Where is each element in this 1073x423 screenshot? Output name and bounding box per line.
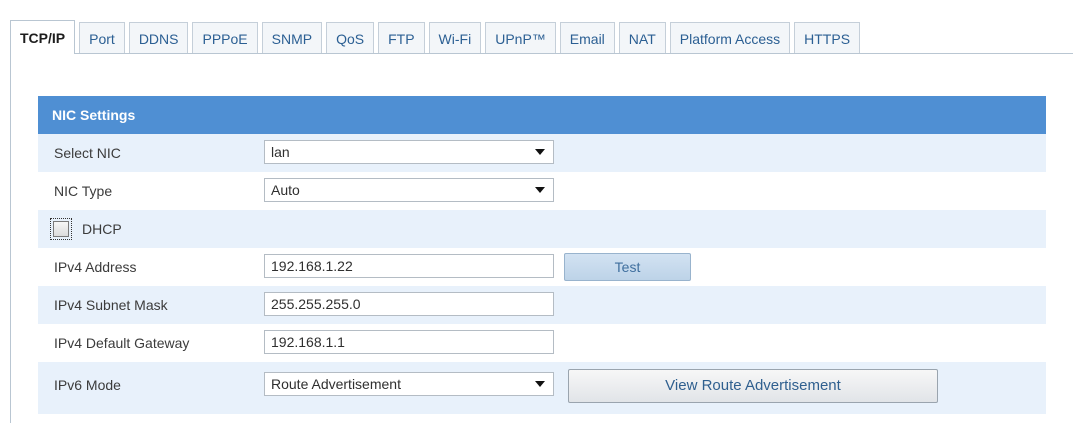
ipv4-subnet-mask-row: IPv4 Subnet Mask 255.255.255.0 bbox=[38, 286, 1046, 324]
dhcp-row: DHCP bbox=[38, 210, 1046, 248]
ipv6-mode-row: IPv6 Mode Route Advertisement View Route… bbox=[38, 362, 1046, 414]
select-nic-dropdown[interactable]: lan bbox=[264, 140, 554, 164]
ipv4-default-gateway-input[interactable]: 192.168.1.1 bbox=[264, 330, 554, 354]
tab-snmp[interactable]: SNMP bbox=[261, 22, 323, 54]
ipv4-address-label: IPv4 Address bbox=[54, 259, 137, 275]
select-nic-value: lan bbox=[271, 144, 290, 160]
nic-type-label: NIC Type bbox=[54, 183, 113, 199]
ipv6-mode-label: IPv6 Mode bbox=[54, 377, 121, 393]
ipv4-subnet-mask-input[interactable]: 255.255.255.0 bbox=[264, 292, 554, 316]
tab-https[interactable]: HTTPS bbox=[794, 22, 861, 54]
caret-down-icon bbox=[535, 149, 545, 155]
ipv6-mode-value: Route Advertisement bbox=[271, 376, 401, 392]
select-nic-label: Select NIC bbox=[54, 145, 121, 161]
dhcp-label: DHCP bbox=[82, 221, 122, 237]
nic-type-value: Auto bbox=[271, 182, 300, 198]
checkbox-icon bbox=[53, 221, 69, 237]
ipv4-subnet-mask-label: IPv4 Subnet Mask bbox=[54, 297, 168, 313]
tab-ddns[interactable]: DDNS bbox=[128, 22, 189, 54]
ipv6-mode-dropdown[interactable]: Route Advertisement bbox=[264, 372, 554, 396]
tab-port[interactable]: Port bbox=[79, 22, 125, 54]
tab-email[interactable]: Email bbox=[559, 22, 615, 54]
caret-down-icon bbox=[535, 381, 545, 387]
nic-type-row: NIC Type Auto bbox=[38, 172, 1046, 210]
tab-ftp[interactable]: FTP bbox=[378, 22, 425, 54]
ipv4-default-gateway-row: IPv4 Default Gateway 192.168.1.1 bbox=[38, 324, 1046, 362]
ipv4-address-row: IPv4 Address 192.168.1.22 Test bbox=[38, 248, 1046, 286]
tab-nat[interactable]: NAT bbox=[618, 22, 666, 54]
test-button[interactable]: Test bbox=[564, 253, 691, 281]
tab-wifi[interactable]: Wi-Fi bbox=[428, 22, 482, 54]
tab-tcpip[interactable]: TCP/IP bbox=[10, 20, 76, 54]
tab-bar: TCP/IP Port DDNS PPPoE SNMP QoS FTP Wi-F… bbox=[10, 20, 864, 54]
select-nic-row: Select NIC lan bbox=[38, 134, 1046, 172]
ipv4-address-input[interactable]: 192.168.1.22 bbox=[264, 254, 554, 278]
tab-platform-access[interactable]: Platform Access bbox=[669, 22, 791, 54]
nic-type-dropdown[interactable]: Auto bbox=[264, 178, 554, 202]
view-route-advertisement-button[interactable]: View Route Advertisement bbox=[568, 369, 938, 403]
nic-settings-header: NIC Settings bbox=[38, 96, 1046, 134]
tab-qos[interactable]: QoS bbox=[326, 22, 375, 54]
tab-upnp[interactable]: UPnP™ bbox=[485, 22, 556, 54]
tab-pppoe[interactable]: PPPoE bbox=[192, 22, 258, 54]
caret-down-icon bbox=[535, 187, 545, 193]
dhcp-checkbox[interactable] bbox=[50, 218, 72, 240]
ipv4-default-gateway-label: IPv4 Default Gateway bbox=[54, 335, 190, 351]
